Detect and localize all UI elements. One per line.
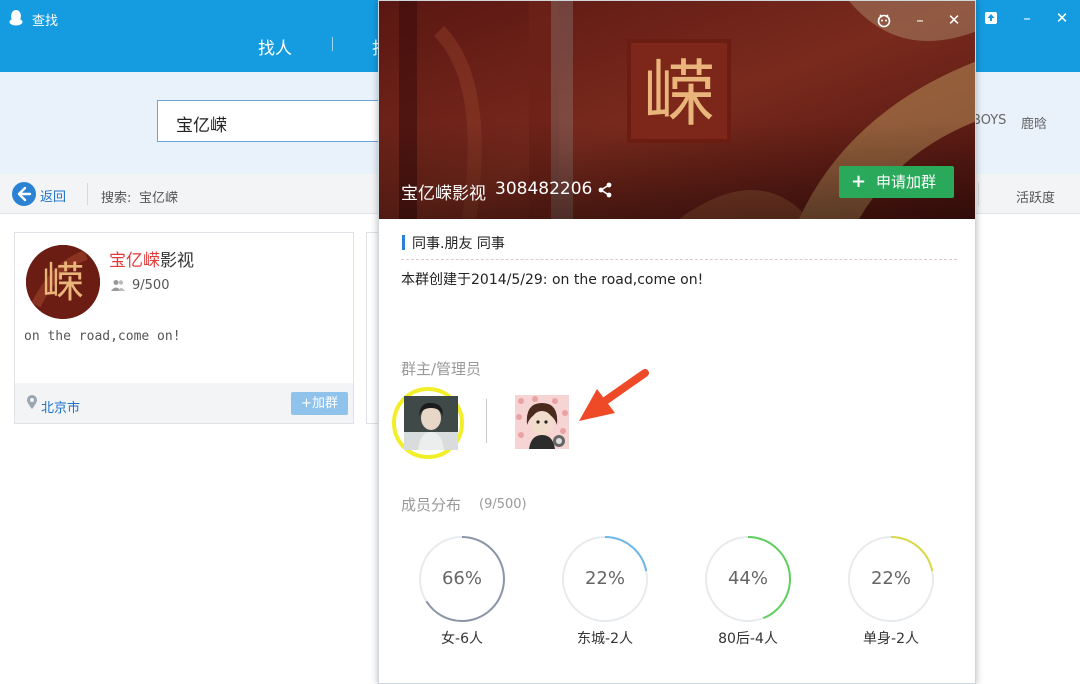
ring-label-age: 80后-4人 [718,631,778,647]
plus-icon: + [851,171,867,192]
popup-window-controls: – ✕ [873,9,973,33]
minimize-icon[interactable]: – [1016,8,1038,28]
location-pin-icon [27,395,37,409]
close-icon[interactable]: ✕ [1051,8,1073,28]
back-arrow-icon [12,182,36,206]
distribution-ring-district: 22% [560,534,650,624]
owner-avatar[interactable] [404,396,458,450]
ring-label-district: 东城-2人 [577,631,633,647]
group-logo: 嵘 [627,39,731,143]
red-arrow-annotation [579,369,649,421]
admin-avatar[interactable] [515,395,569,449]
members-icon [111,280,125,291]
group-tags: 同事.朋友 同事 [412,236,505,252]
toolbar-divider [978,182,979,206]
join-group-button[interactable]: +加群 [291,392,348,415]
admin-section-title: 群主/管理员 [401,360,482,378]
ring-percent: 22% [870,568,911,589]
search-summary-term: 宝亿嵘 [139,191,179,206]
tab-find-people[interactable]: 找人 [258,34,292,59]
tags-accent-bar [402,235,405,250]
hot-tag-luhan[interactable]: 鹿晗 [1021,113,1047,132]
group-profile-popup: 嵘 – ✕ 宝亿嵘影视 308482206 + 申请加群 同事.朋友 同事 本群… [378,0,976,684]
group-name-highlight: 宝亿嵘 [109,251,160,271]
close-icon[interactable]: ✕ [943,9,965,31]
apply-join-button[interactable]: + 申请加群 [839,166,954,198]
group-created-info: 本群创建于2014/5/29: on the road,come on! [401,272,704,288]
qq-penguin-icon [9,10,23,26]
search-input-value: 宝亿嵘 [176,116,227,136]
search-input[interactable]: 宝亿嵘 [157,100,397,142]
popup-group-id: 308482206 [495,179,593,199]
nav-divider [332,37,333,51]
toolbar-divider [87,183,88,205]
apply-join-label: 申请加群 [876,173,937,191]
minimize-icon[interactable]: – [909,9,931,31]
background-window-controls: – ✕ [976,4,1080,32]
distribution-ring-relationship: 22% [846,534,936,624]
member-count: 9/500 [132,278,170,293]
group-avatar-glyph: 嵘 [42,258,84,307]
skin-icon[interactable] [873,9,895,31]
back-label: 返回 [40,190,67,205]
group-description: on the road,come on! [24,329,181,344]
group-name-rest: 影视 [160,251,194,271]
hot-tag-boys[interactable]: BOYS [972,113,1006,128]
ring-percent: 66% [441,568,482,589]
search-summary-label: 搜索: [101,191,132,206]
group-location[interactable]: 北京市 [41,397,80,416]
group-name[interactable]: 宝亿嵘影视 [109,246,194,271]
share-icon[interactable] [597,182,613,198]
ring-percent: 22% [584,568,625,589]
popup-group-name: 宝亿嵘影视 [401,184,486,204]
distribution-ring-age: 44% [703,534,793,624]
window-title: 查找 [32,14,59,29]
back-button[interactable]: 返回 [12,181,76,207]
member-distribution-count: (9/500) [479,497,527,512]
upload-icon[interactable] [980,8,1002,28]
member-distribution-title: 成员分布 [401,496,462,514]
section-divider [401,259,957,260]
distribution-ring-gender: 66% [417,534,507,624]
sort-by-activity[interactable]: 活跃度 [1016,187,1055,206]
ring-label-relationship: 单身-2人 [863,631,919,647]
group-avatar: 嵘 [26,245,100,319]
ring-label-gender: 女-6人 [441,631,483,647]
ring-percent: 44% [727,568,768,589]
group-result-card[interactable]: 嵘 宝亿嵘影视 9/500 on the road,come on! 北京市 +… [14,232,354,424]
admin-divider [486,399,487,443]
group-logo-glyph: 嵘 [643,52,715,136]
